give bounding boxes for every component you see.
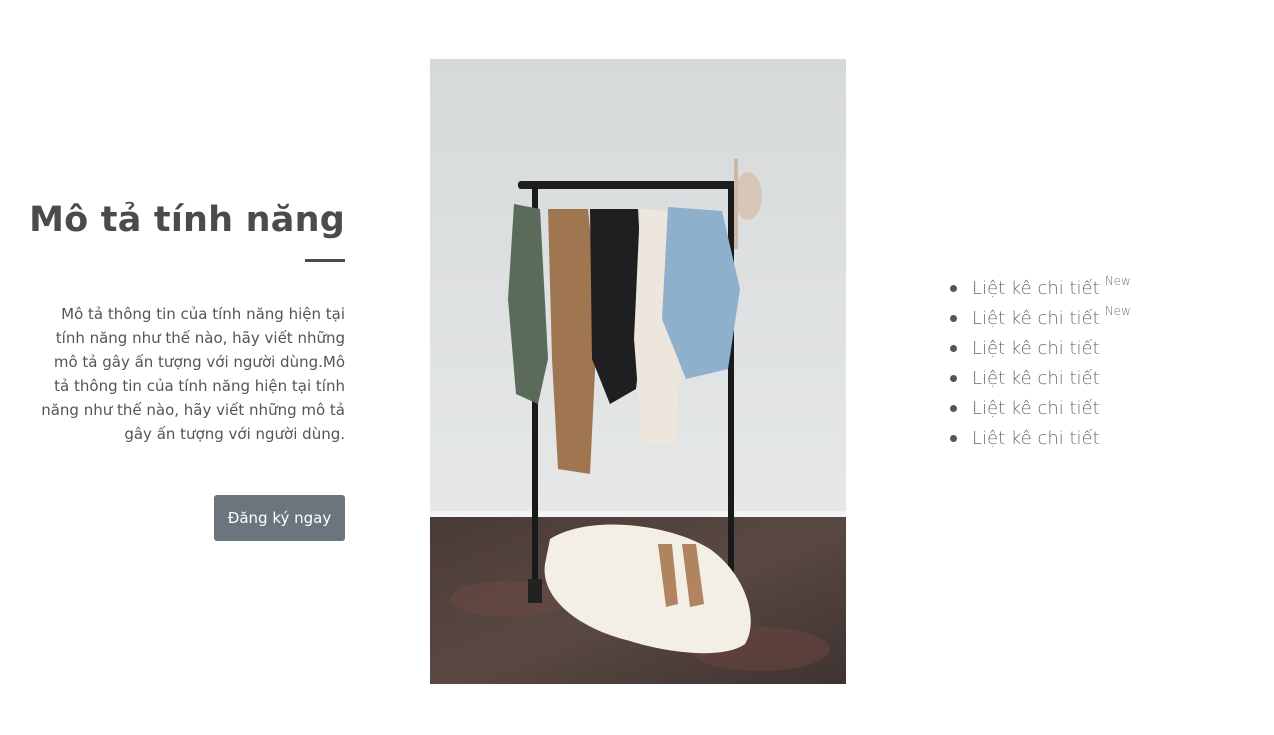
detail-label: Liệt kê chi tiết	[972, 308, 1100, 329]
bullet-icon	[950, 345, 957, 352]
bullet-icon	[950, 315, 957, 322]
detail-label: Liệt kê chi tiết	[972, 398, 1100, 419]
detail-label: Liệt kê chi tiết	[972, 338, 1100, 359]
new-badge: New	[1104, 304, 1131, 318]
feature-title: Mô tả tính năng	[29, 200, 345, 240]
detail-label: Liệt kê chi tiết	[972, 428, 1100, 449]
bullet-icon	[950, 375, 957, 382]
feature-description: Mô tả thông tin của tính năng hiện tại t…	[41, 305, 345, 443]
bullet-icon	[950, 435, 957, 442]
bullet-icon	[950, 405, 957, 412]
list-item: Liệt kê chi tiết	[950, 332, 1131, 362]
title-underline	[305, 259, 345, 262]
list-item: Liệt kê chi tiết	[950, 362, 1131, 392]
list-item: Liệt kê chi tiết	[950, 422, 1131, 452]
list-item: Liệt kê chi tiết New	[950, 302, 1131, 332]
list-item: Liệt kê chi tiết	[950, 392, 1131, 422]
detail-label: Liệt kê chi tiết	[972, 368, 1100, 389]
list-item: Liệt kê chi tiết New	[950, 272, 1131, 302]
feature-detail-list: Liệt kê chi tiết New Liệt kê chi tiết New …	[950, 272, 1131, 452]
register-now-button[interactable]: Đăng ký ngay	[214, 495, 345, 541]
detail-label: Liệt kê chi tiết	[972, 278, 1100, 299]
bullet-icon	[950, 285, 957, 292]
new-badge: New	[1104, 274, 1131, 288]
clothing-rack-photo	[430, 59, 846, 684]
feature-text-column: Mô tả tính năng Mô tả thông tin của tính…	[29, 0, 345, 735]
